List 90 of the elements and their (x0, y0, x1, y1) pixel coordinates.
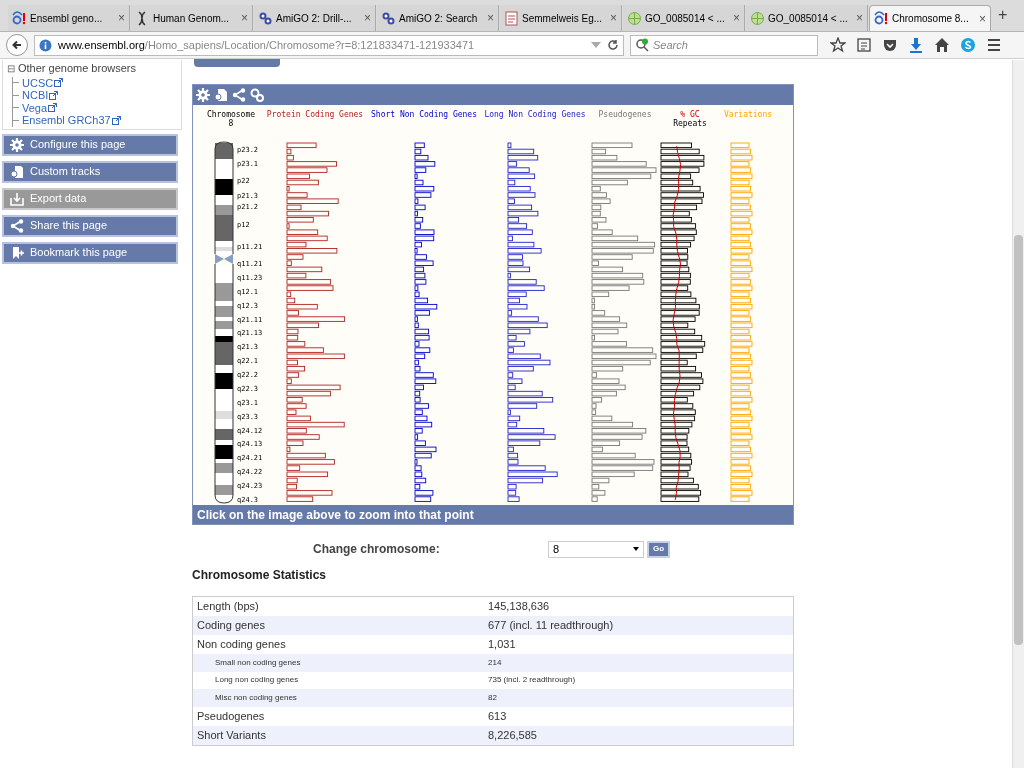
close-button[interactable]: × (979, 9, 986, 28)
stat-value: 735 (incl. 2 readthrough) (488, 674, 576, 687)
molecule-icon (381, 10, 396, 26)
caret-icon (633, 547, 639, 551)
address-bar[interactable]: www.ensembl.org/Homo_sapiens/Location/Chromosome?r=8:121833471-121933471 (34, 34, 624, 56)
track-label: Chromosome (206, 110, 256, 119)
track-label: 8 (228, 119, 234, 128)
reload-icon[interactable] (607, 39, 619, 51)
stat-value: 214 (488, 656, 502, 669)
track-label: Variations (723, 110, 773, 119)
chromosome-select[interactable]: 8 (548, 540, 644, 558)
home-icon[interactable] (934, 37, 950, 53)
bookmark-icon (10, 245, 24, 260)
chat-icon[interactable] (960, 37, 976, 53)
sidebar-button[interactable]: Custom tracks (2, 160, 178, 183)
url-text: www.ensembl.org/Homo_sapiens/Location/Chromosome?r=8:121833471-121933471 (58, 37, 476, 53)
menu-icon[interactable] (986, 37, 1002, 53)
search-input[interactable]: Search (653, 36, 803, 54)
track-label: Protein Coding Genes (266, 110, 364, 119)
share-icon[interactable] (232, 88, 246, 102)
close-button[interactable]: × (487, 9, 494, 27)
stat-label: Length (bps) (196, 599, 260, 615)
stat-value: 1,031 (488, 637, 516, 653)
scroll-thumb[interactable] (1014, 235, 1023, 645)
back-arrow-icon (11, 39, 23, 51)
document-icon (504, 10, 519, 26)
track-label: Short Non Coding Genes (371, 110, 477, 119)
ensembl-logo-icon (12, 10, 27, 26)
ensembl-logo-icon (874, 11, 889, 26)
stat-value: 145,138,636 (488, 599, 550, 615)
browser-tab[interactable]: GO_0085014 < ... × (623, 5, 745, 31)
external-link-icon (54, 78, 64, 88)
gear-icon (10, 137, 24, 152)
browser-tab[interactable]: Chromosome 8... × (869, 5, 991, 31)
browser-tab[interactable]: Semmelweis Eg... × (500, 5, 622, 31)
close-button[interactable]: × (118, 9, 125, 27)
close-button[interactable]: × (241, 9, 248, 27)
stat-value: 82 (488, 691, 497, 704)
stat-value: 8,226,585 (488, 727, 537, 743)
stat-label: Small non coding genes (214, 656, 302, 669)
go-button[interactable]: Go (647, 540, 671, 558)
info-icon (39, 38, 52, 52)
scrollbar[interactable] (1012, 60, 1024, 768)
tree-label[interactable]: Other genome browsers (18, 60, 136, 77)
stat-label: Pseudogenes (196, 708, 266, 724)
globe-icon (627, 10, 642, 26)
search-icon (635, 38, 649, 52)
sidebar-button[interactable]: Configure this page (2, 133, 178, 156)
external-link-icon (48, 103, 58, 113)
stat-label: Misc non coding genes (214, 691, 298, 704)
zoom-caption: Click on the image above to zoom into that point (193, 505, 793, 524)
chromosome-ideogram-drawing[interactable] (213, 140, 235, 506)
browser-tab[interactable]: AmiGO 2: Search × (377, 5, 499, 31)
back-button[interactable] (6, 34, 28, 56)
browser-tab[interactable]: Human Genom... × (131, 5, 253, 31)
stat-label: Long non coding genes (214, 674, 300, 687)
track-label: Pseudogenes (598, 110, 652, 119)
stat-value: 677 (incl. 11 readthrough) (488, 618, 614, 634)
track-label: % GC (680, 110, 700, 119)
sidebar-button[interactable]: Share this page (2, 214, 178, 237)
track-label: Repeats (673, 119, 707, 128)
sidebar-button[interactable]: Bookmark this page (2, 241, 178, 264)
molecule-icon (258, 10, 273, 26)
download-icon[interactable] (908, 37, 924, 53)
close-button[interactable]: × (610, 9, 617, 27)
pocket-icon[interactable] (882, 37, 898, 53)
browser-tab[interactable]: GO_0085014 < ... × (746, 5, 868, 31)
dropdown-icon[interactable] (591, 42, 601, 48)
gear-icon[interactable] (196, 88, 210, 102)
external-link-icon (111, 115, 121, 125)
search-field[interactable]: Search (630, 34, 818, 56)
collapse-icon[interactable]: ⊟ (7, 60, 15, 76)
browser-tab[interactable]: AmiGO 2: Drill-... × (254, 5, 376, 31)
new-tab-button[interactable]: + (998, 3, 1008, 27)
stat-label: Non coding genes (196, 637, 287, 653)
close-button[interactable]: × (364, 9, 371, 27)
statistics-heading: Chromosome Statistics (192, 567, 328, 584)
stat-label: Short Variants (196, 727, 267, 743)
close-button[interactable]: × (856, 9, 863, 27)
stat-label: Coding genes (196, 618, 266, 634)
stat-value: 613 (488, 708, 507, 724)
reading-list-icon[interactable] (856, 37, 872, 53)
external-link-icon (49, 90, 59, 100)
share-icon (10, 218, 24, 233)
globe-icon (750, 10, 765, 26)
browser-tab[interactable]: Ensembl geno... × (8, 5, 130, 31)
close-button[interactable]: × (733, 9, 740, 27)
star-icon[interactable] (830, 37, 846, 53)
change-chromosome-label: Change chromosome: (313, 541, 441, 558)
track-label: Long Non Coding Genes (484, 110, 586, 119)
